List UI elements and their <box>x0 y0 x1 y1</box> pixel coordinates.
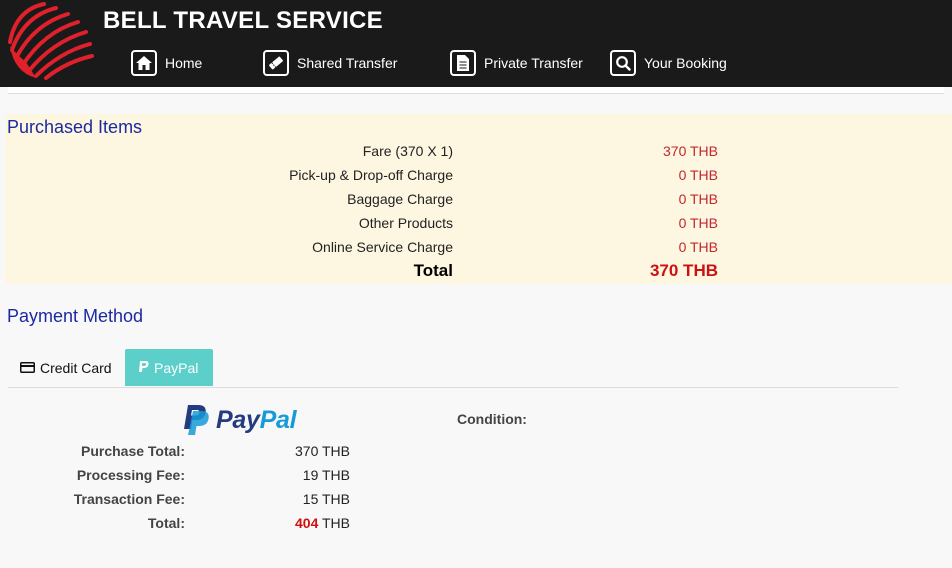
purchase-row-label: Fare (370 X 1) <box>362 143 453 159</box>
paypal-mark-icon <box>184 405 209 435</box>
fee-value: 19 THB <box>302 467 350 483</box>
nav-private-transfer[interactable]: Private Transfer <box>450 48 583 78</box>
tab-paypal[interactable]: PayPal <box>125 349 213 386</box>
fee-total-amount: 404 <box>295 515 319 531</box>
nav-home[interactable]: Home <box>131 48 202 78</box>
fee-label: Transaction Fee: <box>73 491 185 507</box>
document-icon <box>450 50 476 76</box>
purchase-row-value: 0 THB <box>678 167 718 183</box>
fee-value: 15 THB <box>302 491 350 507</box>
purchase-row-fare: Fare (370 X 1) 370 THB <box>5 143 952 167</box>
condition-label: Condition: <box>457 411 527 427</box>
paypal-icon <box>139 361 149 372</box>
nav-your-booking-label: Your Booking <box>644 55 727 71</box>
nav-private-transfer-label: Private Transfer <box>484 55 583 71</box>
purchase-row-value: 0 THB <box>678 191 718 207</box>
site-header: BELL TRAVEL SERVICE Home Shared Transfer… <box>0 0 952 87</box>
fee-row-purchase-total: Purchase Total: 370 THB <box>0 443 360 465</box>
search-icon <box>610 50 636 76</box>
credit-card-icon <box>20 362 35 373</box>
paypal-logo: PayPal <box>183 405 297 436</box>
purchase-row-other: Other Products 0 THB <box>5 215 952 239</box>
brand-title[interactable]: BELL TRAVEL SERVICE <box>103 7 383 35</box>
tab-credit-card[interactable]: Credit Card <box>8 349 124 386</box>
fee-label: Processing Fee: <box>76 467 185 483</box>
purchase-row-value: 0 THB <box>678 239 718 255</box>
fee-total-value: 404 THB <box>295 515 350 531</box>
purchase-row-baggage: Baggage Charge 0 THB <box>5 191 952 215</box>
purchase-row-label: Baggage Charge <box>347 191 453 207</box>
purchase-total-value: 370 THB <box>649 261 718 280</box>
purchased-items-panel: Purchased Items Fare (370 X 1) 370 THB P… <box>5 114 952 284</box>
nav-your-booking[interactable]: Your Booking <box>610 48 727 78</box>
fee-total-label: Total: <box>147 515 185 531</box>
nav-home-label: Home <box>165 55 203 71</box>
nav-shared-transfer-label: Shared Transfer <box>297 55 398 71</box>
purchase-total-label: Total <box>413 261 453 280</box>
purchase-row-label: Pick-up & Drop-off Charge <box>289 167 453 183</box>
purchase-row-value: 370 THB <box>663 143 718 159</box>
purchase-row-label: Other Products <box>358 215 453 231</box>
fee-total-currency: THB <box>322 515 350 531</box>
fee-row-total: Total: 404 THB <box>0 515 360 537</box>
payment-tabs: Credit Card PayPal <box>8 349 898 388</box>
paypal-wordmark: PayPal <box>216 406 297 434</box>
header-divider <box>8 87 944 94</box>
purchased-items-title: Purchased Items <box>7 117 143 137</box>
purchase-row-value: 0 THB <box>678 215 718 231</box>
purchase-row-label: Online Service Charge <box>312 239 453 255</box>
bell-logo-icon[interactable] <box>6 2 94 82</box>
payment-method-title: Payment Method <box>7 306 144 326</box>
fee-label: Purchase Total: <box>81 443 185 459</box>
purchase-total-row: Total 370 THB <box>5 261 952 285</box>
purchase-row-online-service: Online Service Charge 0 THB <box>5 239 952 263</box>
tab-credit-card-label: Credit Card <box>40 359 112 376</box>
tab-paypal-label: PayPal <box>154 359 199 376</box>
home-icon <box>131 50 157 76</box>
ticket-icon <box>263 50 289 76</box>
fee-value: 370 THB <box>295 443 350 459</box>
nav-shared-transfer[interactable]: Shared Transfer <box>263 48 397 78</box>
fee-row-transaction: Transaction Fee: 15 THB <box>0 491 360 513</box>
purchase-row-pickup: Pick-up & Drop-off Charge 0 THB <box>5 167 952 191</box>
fee-row-processing: Processing Fee: 19 THB <box>0 467 360 489</box>
